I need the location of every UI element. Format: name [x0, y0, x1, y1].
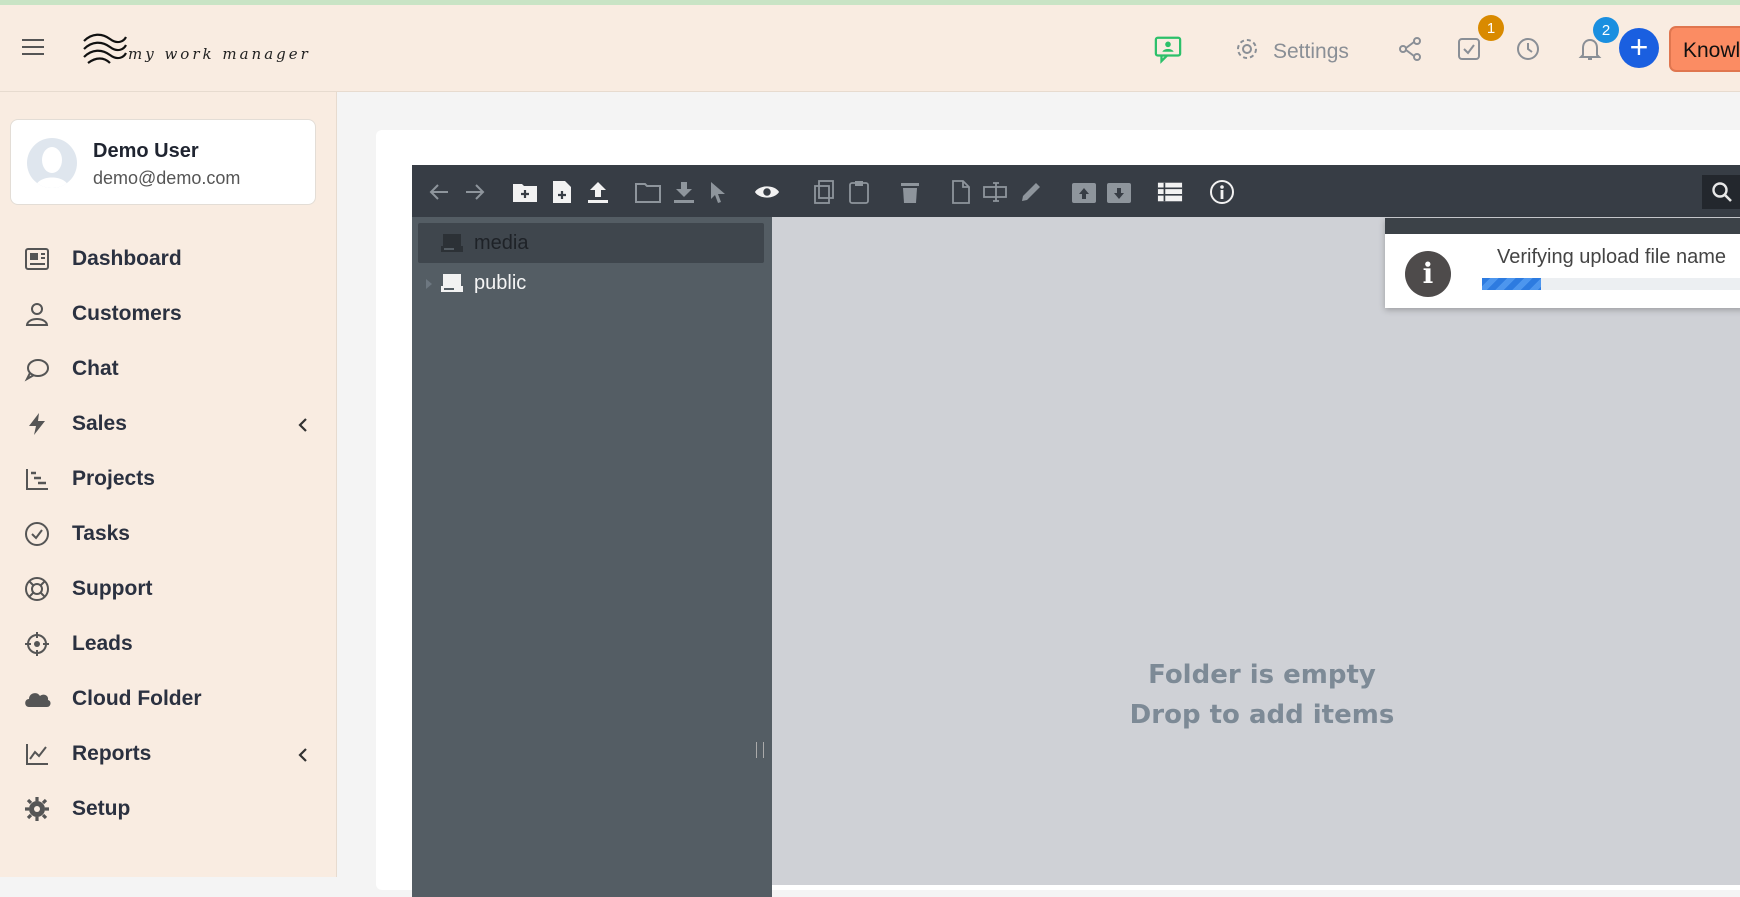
select-pointer-icon[interactable] [705, 179, 731, 205]
empty-line-1: Folder is empty [1148, 660, 1376, 690]
chat-icon [22, 354, 52, 384]
sidebar: Demo User demo@demo.com Dashboard Custom… [0, 92, 337, 877]
chevron-left-icon[interactable] [296, 746, 310, 764]
bolt-icon [22, 409, 52, 439]
sidebar-item-label: Reports [72, 742, 152, 765]
sidebar-item-label: Projects [72, 467, 155, 490]
tree-item-label: media [474, 231, 529, 254]
sidebar-item-label: Support [72, 577, 153, 600]
empty-folder-message: Folder is empty Drop to add items [1012, 655, 1512, 735]
upload-notification-toast: i Verifying upload file name [1385, 218, 1740, 308]
chat-support-icon[interactable] [1154, 35, 1182, 64]
file-manager-toolbar [412, 165, 1740, 217]
quick-add-button[interactable]: + [1619, 28, 1659, 68]
toast-message: Verifying upload file name [1497, 246, 1727, 268]
lifebuoy-icon [22, 574, 52, 604]
chevron-left-icon[interactable] [296, 416, 310, 434]
knowledge-base-button[interactable]: Knowl [1669, 26, 1740, 72]
search-button[interactable] [1702, 175, 1740, 209]
sidebar-item-label: Customers [72, 302, 182, 325]
logo-swirl-icon [83, 33, 127, 64]
line-chart-icon [22, 739, 52, 769]
open-folder-icon[interactable] [635, 179, 661, 205]
sidebar-item-label: Cloud Folder [72, 687, 202, 710]
sidebar-item-chat[interactable]: Chat [22, 349, 322, 389]
check-circle-icon [22, 519, 52, 549]
search-icon [1712, 182, 1732, 202]
sidebar-item-label: Dashboard [72, 247, 182, 270]
tasks-check-icon[interactable] [1455, 35, 1483, 63]
settings-link[interactable]: Settings [1273, 40, 1349, 64]
sidebar-item-label: Tasks [72, 522, 130, 545]
empty-line-2: Drop to add items [1129, 700, 1395, 730]
copy-icon[interactable] [811, 179, 837, 205]
avatar [27, 138, 77, 188]
sidebar-item-sales[interactable]: Sales [22, 404, 322, 444]
notifications-count-badge: 2 [1593, 17, 1619, 43]
sidebar-item-setup[interactable]: Setup [22, 789, 322, 829]
dashboard-icon [22, 244, 52, 274]
user-profile-card[interactable]: Demo User demo@demo.com [10, 119, 316, 205]
rename-icon[interactable] [983, 179, 1009, 205]
upload-progress-fill [1482, 278, 1542, 290]
app-logo[interactable]: my work manager [80, 31, 308, 76]
toast-title-bar [1385, 218, 1740, 234]
tree-item-public[interactable]: public [440, 263, 526, 303]
sidebar-item-cloud-folder[interactable]: Cloud Folder [22, 679, 322, 719]
tree-item-label: public [474, 271, 527, 294]
expand-arrow-icon[interactable] [424, 277, 434, 291]
new-file-icon[interactable] [549, 179, 575, 205]
sidebar-item-leads[interactable]: Leads [22, 624, 322, 664]
pane-resize-handle[interactable] [756, 742, 764, 758]
archive-extract-icon[interactable] [1106, 179, 1132, 205]
folder-tree: media public [412, 217, 772, 897]
forward-arrow-icon[interactable] [462, 179, 488, 205]
back-arrow-icon[interactable] [426, 179, 452, 205]
user-email: demo@demo.com [93, 168, 241, 188]
edit-pencil-icon[interactable] [1018, 179, 1044, 205]
tree-item-media[interactable]: media [440, 223, 528, 263]
clock-icon[interactable] [1514, 35, 1542, 63]
sidebar-item-dashboard[interactable]: Dashboard [22, 239, 322, 279]
new-folder-icon[interactable] [512, 179, 538, 205]
sidebar-item-label: Sales [72, 412, 127, 435]
share-icon[interactable] [1396, 35, 1424, 63]
sidebar-item-reports[interactable]: Reports [22, 734, 322, 774]
projects-icon [22, 464, 52, 494]
download-icon[interactable] [671, 179, 697, 205]
duplicate-icon[interactable] [948, 179, 974, 205]
cloud-icon [22, 684, 52, 714]
top-header: my work manager Settings 1 2 + Knowl [0, 5, 1740, 92]
upload-icon[interactable] [585, 179, 611, 205]
sidebar-item-customers[interactable]: Customers [22, 294, 322, 334]
paste-icon[interactable] [846, 179, 872, 205]
preview-eye-icon[interactable] [754, 179, 780, 205]
logo-text: my work manager [128, 45, 311, 63]
sidebar-item-label: Leads [72, 632, 133, 655]
upload-progress-bar [1482, 278, 1740, 290]
menu-toggle-icon[interactable] [22, 39, 44, 55]
user-name: Demo User [93, 140, 199, 162]
sidebar-item-label: Chat [72, 357, 119, 380]
info-icon[interactable] [1209, 179, 1235, 205]
sidebar-item-tasks[interactable]: Tasks [22, 514, 322, 554]
sidebar-item-support[interactable]: Support [22, 569, 322, 609]
list-view-icon[interactable] [1157, 179, 1183, 205]
sidebar-item-projects[interactable]: Projects [22, 459, 322, 499]
gear-icon [22, 794, 52, 824]
crosshair-icon [22, 629, 52, 659]
user-icon [22, 299, 52, 329]
settings-gear-icon[interactable] [1233, 35, 1261, 63]
info-icon: i [1405, 251, 1451, 297]
tasks-count-badge: 1 [1478, 15, 1504, 41]
archive-create-icon[interactable] [1071, 179, 1097, 205]
drive-icon [441, 274, 463, 292]
delete-trash-icon[interactable] [897, 179, 923, 205]
sidebar-item-label: Setup [72, 797, 131, 820]
drive-icon [441, 234, 463, 252]
